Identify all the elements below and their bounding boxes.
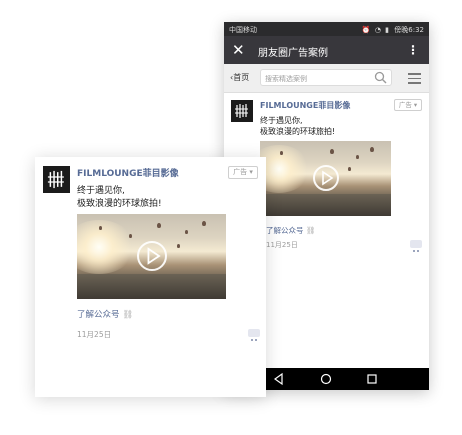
card-learn-more-link[interactable]: 了解公众号 ⛓ [77, 308, 133, 320]
card-ad-tag-dropdown[interactable]: 广告 ▾ [228, 166, 258, 179]
ad-tag-dropdown[interactable]: 广告 ▾ [394, 99, 422, 111]
card-post-text-line1: 终于遇见你, [77, 186, 125, 196]
card-play-icon[interactable] [137, 241, 167, 271]
search-icon[interactable] [374, 71, 387, 84]
video-thumbnail[interactable] [260, 141, 391, 216]
status-bar: 中国移动 ⏰ ◔ ▮ 傍晚6:32 [224, 22, 429, 36]
search-placeholder: 搜索精选案例 [265, 75, 307, 83]
time-label: 傍晚6:32 [394, 26, 424, 34]
card-ad-tag-label: 广告 [233, 168, 248, 176]
carrier-label: 中国移动 [229, 26, 257, 34]
status-icons: ⏰ ◔ ▮ [361, 26, 391, 34]
play-icon[interactable] [313, 165, 339, 191]
page-title: 朋友圈广告案例 [258, 48, 328, 59]
card-account-name[interactable]: FILMLOUNGE菲目影像 [77, 166, 179, 179]
avatar[interactable] [231, 100, 253, 122]
post-date: 11月25日 [266, 241, 298, 249]
comment-icon[interactable] [410, 240, 422, 252]
ad-preview-card: FILMLOUNGE菲目影像 广告 ▾ 终于遇见你, 极致浪漫的环球旅拍! 了解… [35, 157, 266, 397]
learn-more-link[interactable]: 了解公众号 ⛓ [266, 225, 315, 236]
status-right: ⏰ ◔ ▮ 傍晚6:32 [362, 25, 424, 35]
post-text-line2: 极致浪漫的环球旅拍! [260, 127, 336, 136]
title-bar: ✕ 朋友圈广告案例 ⋮ [224, 36, 429, 64]
card-brand-logo-icon [47, 170, 64, 189]
brand-logo-icon [235, 104, 248, 118]
card-post-date: 11月25日 [77, 330, 112, 339]
card-learn-more-label: 了解公众号 [77, 310, 120, 320]
post-text-line1: 终于遇见你, [260, 116, 303, 125]
learn-more-label: 了解公众号 [266, 226, 304, 235]
card-post-text-line2: 极致浪漫的环球旅拍! [77, 199, 162, 209]
link-icon: ⛓ [305, 226, 316, 235]
home-circle-icon[interactable] [319, 372, 333, 386]
nav-bar: ‹首页 搜索精选案例 [224, 64, 429, 93]
more-options-icon[interactable]: ⋮ [407, 43, 419, 57]
card-link-icon: ⛓ [122, 310, 134, 320]
close-icon[interactable]: ✕ [232, 40, 245, 60]
recents-square-icon[interactable] [365, 372, 379, 386]
card-video-thumbnail[interactable] [77, 214, 226, 299]
card-avatar[interactable] [43, 166, 70, 193]
account-name[interactable]: FILMLOUNGE菲目影像 [260, 100, 350, 111]
back-label: 首页 [233, 73, 250, 82]
back-triangle-icon[interactable] [272, 372, 286, 386]
back-home-link[interactable]: ‹首页 [230, 72, 249, 83]
ad-tag-label: 广告 [398, 101, 412, 109]
search-input[interactable]: 搜索精选案例 [260, 69, 392, 86]
hamburger-menu-icon[interactable] [408, 73, 421, 84]
card-comment-icon[interactable] [248, 329, 260, 341]
